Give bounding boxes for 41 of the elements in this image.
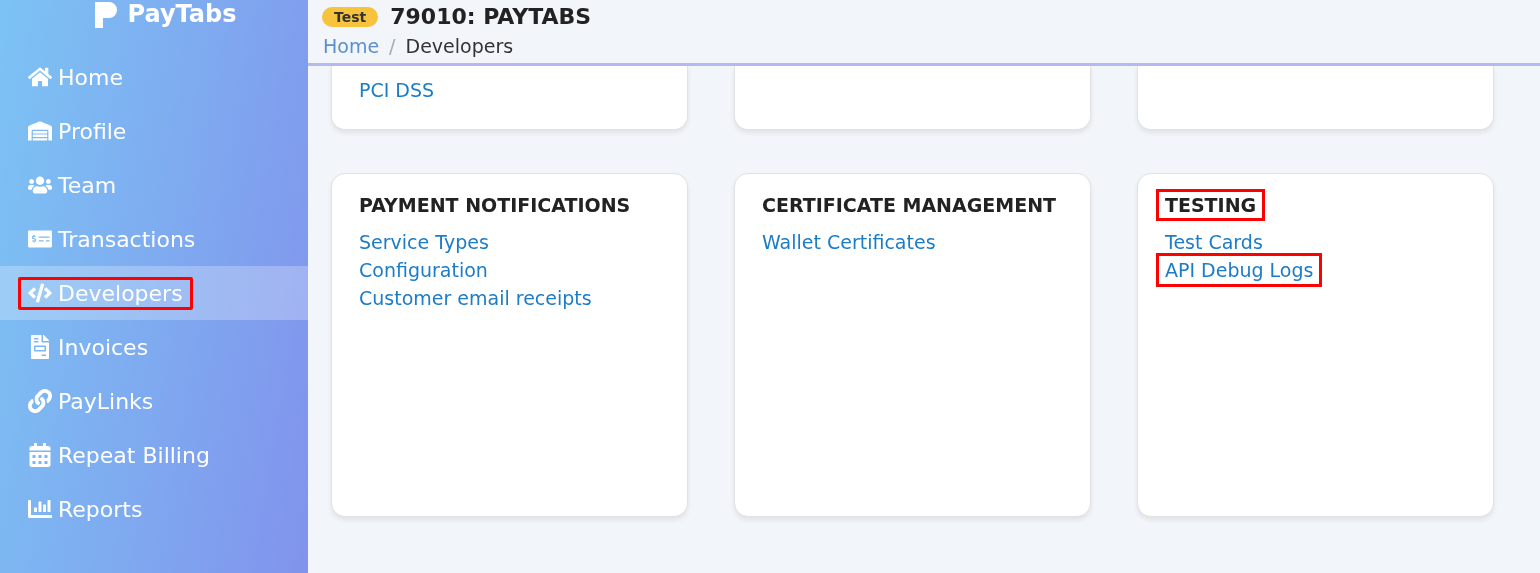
building-icon [28, 119, 52, 143]
card-link[interactable]: Configuration [353, 256, 494, 284]
brand-name: PayTabs [127, 0, 237, 28]
sidebar-label: Profile [58, 118, 127, 144]
sidebar-item[interactable]: Reports [0, 482, 308, 536]
sidebar-item[interactable]: Team [0, 158, 308, 212]
test-badge: Test [322, 6, 379, 27]
sidebar-label: Developers [58, 280, 183, 306]
home-icon [28, 65, 52, 89]
breadcrumb-link[interactable]: Home [323, 35, 380, 57]
card-title: CERTIFICATE MANAGEMENT [761, 193, 1058, 218]
code-icon [28, 281, 52, 305]
sidebar-item[interactable]: Profile [0, 104, 308, 158]
card-link[interactable]: API Debug Logs [1159, 256, 1320, 284]
card-link[interactable]: Service Types [353, 228, 495, 256]
sidebar-label: Reports [58, 496, 143, 522]
sidebar-item[interactable]: PayLinks [0, 374, 308, 428]
sidebar-label: Team [58, 172, 117, 198]
breadcrumb-separator: / [389, 35, 396, 57]
sidebar-item[interactable]: Developers [0, 266, 308, 320]
card-title: TESTING [1159, 192, 1263, 218]
sidebar-item[interactable]: Repeat Billing [0, 428, 308, 482]
sidebar-label: PayLinks [58, 388, 154, 414]
link-icon [28, 389, 52, 413]
sidebar-label: Invoices [58, 334, 149, 360]
sidebar-item[interactable]: Transactions [0, 212, 308, 266]
card-link[interactable]: PCI DSS [353, 79, 441, 101]
sidebar-item[interactable]: Invoices [0, 320, 308, 374]
document-icon [28, 335, 52, 359]
card-title: PAYMENT NOTIFICATIONS [358, 193, 632, 218]
card-link[interactable]: Customer email receipts [353, 284, 598, 312]
card-link[interactable]: Wallet Certificates [756, 228, 942, 256]
bar-chart-icon [28, 497, 52, 521]
sidebar-label: Transactions [58, 226, 196, 252]
calendar-icon [28, 443, 52, 467]
card-link[interactable]: Test Cards [1159, 228, 1269, 256]
sidebar-item[interactable]: Home [0, 50, 308, 104]
page-title: 79010: PAYTABS [390, 4, 592, 29]
breadcrumb-current: Developers [405, 35, 514, 57]
sidebar-label: Repeat Billing [58, 442, 210, 468]
sidebar-label: Home [58, 64, 123, 90]
